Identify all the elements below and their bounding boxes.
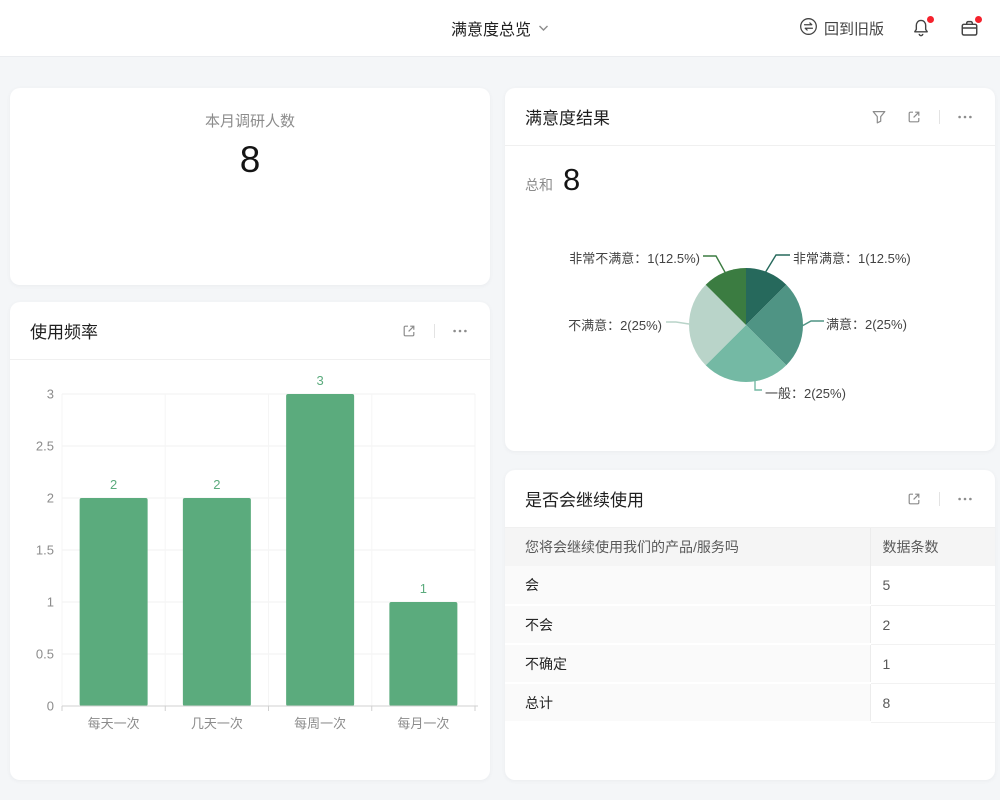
- row-label-cell: 总计: [505, 683, 870, 722]
- switch-version-icon: [799, 17, 818, 40]
- dashboard-body: 本月调研人数 8 使用频率: [0, 57, 1000, 780]
- x-tick-label: 几天一次: [191, 716, 243, 731]
- usage-frequency-bar-chart: 0 0.5 1 1.5 2 2.5 3 2 每天一次 2 几天一次 3 每周一次 1 每月一次: [10, 360, 490, 778]
- table-row: 不会2: [505, 605, 995, 644]
- bar-value-label: 3: [317, 373, 324, 388]
- chevron-down-icon: [538, 19, 549, 37]
- stat-card-title: 本月调研人数: [10, 110, 490, 131]
- pie-slice-label: 非常满意：1(12.5%): [793, 248, 911, 267]
- pie-leader-line: [703, 256, 726, 274]
- row-value-cell: 5: [870, 566, 995, 605]
- row-value-cell: 8: [870, 683, 995, 722]
- pie-slice-label: 满意：2(25%): [826, 314, 907, 333]
- y-tick-label: 2.5: [36, 439, 54, 454]
- table-row: 不确定1: [505, 644, 995, 683]
- bar: [183, 498, 251, 706]
- filter-icon[interactable]: [869, 107, 889, 127]
- row-label-cell: 会: [505, 566, 870, 605]
- table-header-row: 您将会继续使用我们的产品/服务吗 数据条数: [505, 528, 995, 566]
- messages-button[interactable]: [958, 17, 980, 39]
- icon-divider: [939, 492, 940, 506]
- card-title: 是否会继续使用: [525, 486, 904, 511]
- bar-value-label: 2: [110, 477, 117, 492]
- export-icon[interactable]: [904, 107, 924, 127]
- top-bar: 满意度总览 回到旧版: [0, 0, 1000, 57]
- question-column-header: 您将会继续使用我们的产品/服务吗: [505, 528, 870, 566]
- stat-card-value: 8: [10, 139, 490, 181]
- right-column: 满意度结果: [505, 88, 995, 780]
- row-label-cell: 不确定: [505, 644, 870, 683]
- y-tick-label: 2: [47, 491, 54, 506]
- pie-leader-line: [802, 321, 824, 326]
- icon-divider: [434, 324, 435, 338]
- card-title: 使用频率: [30, 318, 399, 343]
- topbar-actions: 回到旧版: [799, 0, 980, 56]
- back-to-old-version-button[interactable]: 回到旧版: [799, 17, 884, 40]
- bar: [389, 602, 457, 706]
- satisfaction-results-card: 满意度结果: [505, 88, 995, 451]
- export-icon[interactable]: [399, 321, 419, 341]
- pie-slice-label: 一般：2(25%): [765, 383, 846, 402]
- x-tick-label: 每周一次: [294, 716, 346, 731]
- y-tick-label: 0: [47, 699, 54, 714]
- more-options-icon[interactable]: [955, 489, 975, 509]
- bar: [80, 498, 148, 706]
- pie-leader-line: [666, 322, 689, 324]
- more-options-icon[interactable]: [450, 321, 470, 341]
- more-options-icon[interactable]: [955, 107, 975, 127]
- row-value-cell: 2: [870, 605, 995, 644]
- dashboard-title-dropdown[interactable]: 满意度总览: [451, 16, 549, 40]
- satisfaction-card-header: 满意度结果: [505, 88, 995, 146]
- row-value-cell: 1: [870, 644, 995, 683]
- notifications-button[interactable]: [910, 17, 932, 39]
- y-tick-label: 1: [47, 595, 54, 610]
- back-to-old-label: 回到旧版: [824, 18, 884, 39]
- x-tick-label: 每天一次: [88, 716, 140, 731]
- monthly-respondents-card: 本月调研人数 8: [10, 88, 490, 285]
- row-label-cell: 不会: [505, 605, 870, 644]
- bar-value-label: 2: [213, 477, 220, 492]
- continue-use-table: 您将会继续使用我们的产品/服务吗 数据条数 会5不会2不确定1总计8: [505, 528, 995, 723]
- pie-slice-label: 非常不满意：1(12.5%): [569, 248, 700, 267]
- y-tick-label: 3: [47, 387, 54, 402]
- table-row: 会5: [505, 566, 995, 605]
- usage-frequency-card-header: 使用频率: [10, 302, 490, 360]
- count-column-header: 数据条数: [870, 528, 995, 566]
- page-title: 满意度总览: [451, 16, 531, 40]
- table-row: 总计8: [505, 683, 995, 722]
- continue-use-card-header: 是否会继续使用: [505, 470, 995, 528]
- x-tick-label: 每月一次: [397, 716, 449, 731]
- y-tick-label: 1.5: [36, 543, 54, 558]
- pie-slice-label: 不满意：2(25%): [568, 315, 662, 334]
- export-icon[interactable]: [904, 489, 924, 509]
- usage-frequency-card: 使用频率 0 0.5 1 1.5 2 2.5: [10, 302, 490, 780]
- left-column: 本月调研人数 8 使用频率: [10, 88, 490, 780]
- bar: [286, 394, 354, 706]
- bar-value-label: 1: [420, 581, 427, 596]
- y-tick-label: 0.5: [36, 647, 54, 662]
- pie-leader-line: [765, 255, 790, 273]
- icon-divider: [939, 110, 940, 124]
- notification-badge-dot: [927, 16, 934, 23]
- satisfaction-pie-area: 总和 8 非常满意：1(12.5%)满意：2(25%)一般：2(25%)不满意：…: [505, 146, 995, 451]
- continue-use-card: 是否会继续使用: [505, 470, 995, 780]
- message-badge-dot: [975, 16, 982, 23]
- satisfaction-pie-chart: [505, 146, 995, 451]
- card-title: 满意度结果: [525, 104, 869, 129]
